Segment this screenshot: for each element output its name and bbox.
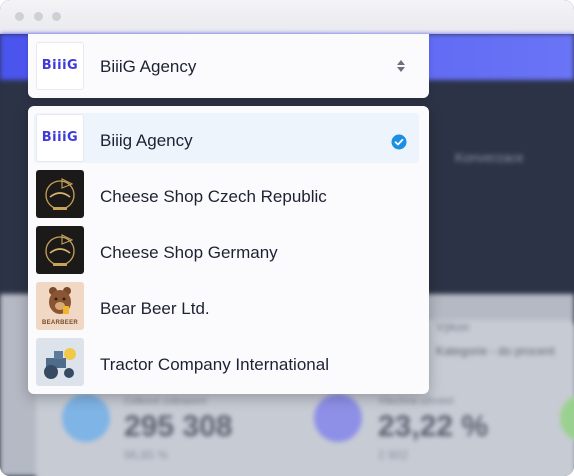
account-select[interactable]: BiiiG BiiiG Agency [28,34,429,98]
account-dropdown-list: BiiiG Biiig Agency Cheese Shop Czech Rep… [28,106,429,394]
stat-icon-1 [62,394,110,442]
option-tractor-company[interactable]: Tractor Company International [28,334,429,390]
app-window: Konverzace Výkon Kategorie - do procent … [0,0,574,476]
bear-beer-logo-text: BEARBEER [41,320,79,326]
stat-sub-1: 96,85 % [124,448,169,462]
select-value: BiiiG Agency [100,57,197,76]
bear-beer-logo: BEARBEER [36,282,84,330]
cheese-emblem-icon [45,178,75,210]
stat-sub-2: 2 902 [378,448,409,462]
biiig-logo: BiiiG [36,42,84,90]
stat-label-1: Celkové zobrazení [124,396,207,407]
cheese-logo [36,170,84,218]
tractor-icon [44,348,76,379]
selected-highlight [34,113,419,163]
option-label: Biiig Agency [100,131,193,150]
background-tab: Konverzace [455,150,524,165]
option-biiig-agency[interactable]: BiiiG Biiig Agency [28,110,429,166]
cheese-emblem-icon [45,234,75,266]
option-label: Tractor Company International [100,355,329,374]
cheese-logo [36,226,84,274]
option-label: Bear Beer Ltd. [100,299,210,318]
stat-value-2: 23,22 % [378,410,489,443]
option-cheese-shop-de[interactable]: Cheese Shop Germany [28,222,429,278]
option-label: Cheese Shop Czech Republic [100,187,327,206]
stat-icon-2 [314,394,362,442]
background-row-1: Výkon [436,320,470,334]
option-bear-beer[interactable]: BEARBEER Bear Beer Ltd. [28,278,429,334]
option-cheese-shop-cz[interactable]: Cheese Shop Czech Republic [28,166,429,222]
option-label: Cheese Shop Germany [100,243,278,262]
stat-label-2: Všechna uživatel [378,396,454,407]
close-window-button[interactable] [15,12,24,21]
biiig-logo-text: BiiiG [41,58,79,73]
biiig-logo: BiiiG [36,114,84,162]
biiig-logo-text: BiiiG [41,130,79,145]
tractor-logo [36,338,84,386]
sort-arrows-icon [397,60,405,72]
minimize-window-button[interactable] [34,12,43,21]
stat-value-1: 295 308 [124,410,233,443]
check-circle-icon [391,134,407,150]
maximize-window-button[interactable] [52,12,61,21]
background-row-2: Kategorie - do procent [436,344,555,358]
title-bar [0,0,574,34]
